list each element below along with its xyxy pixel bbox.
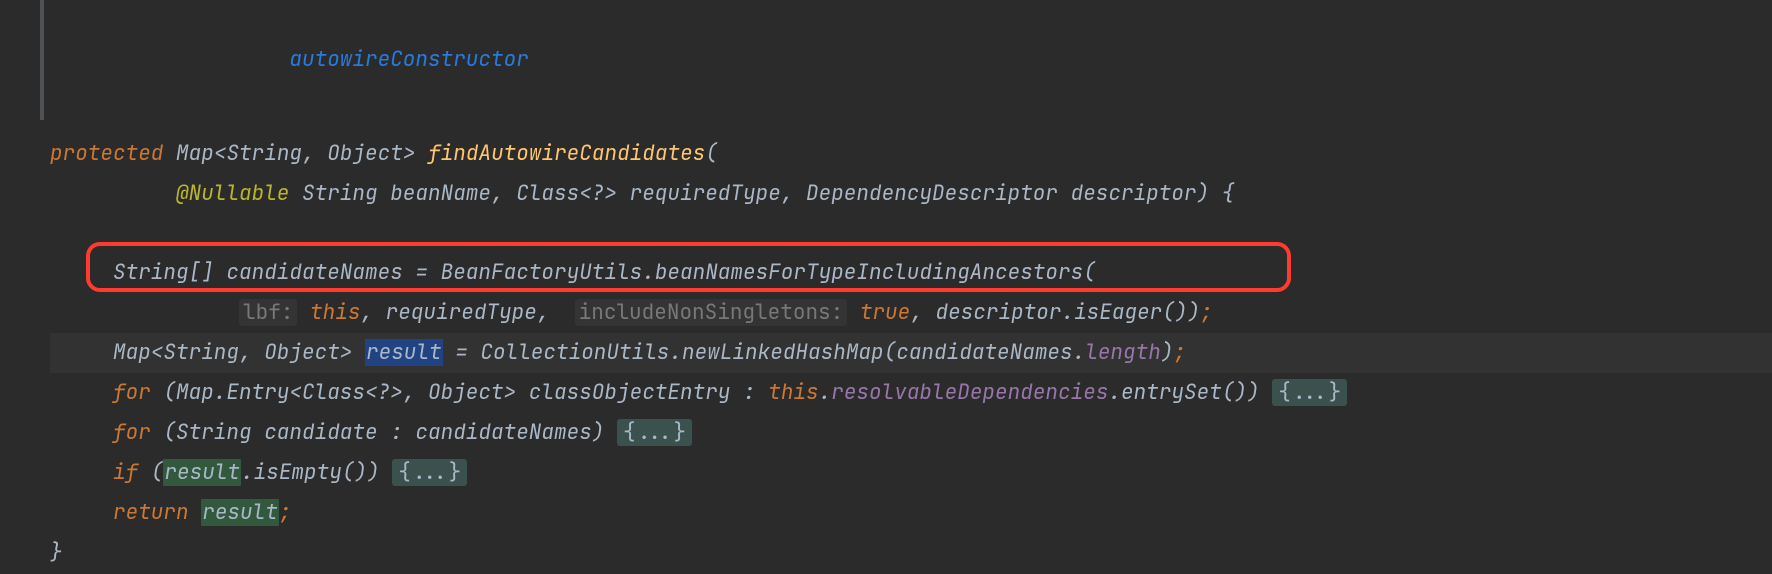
code-line-9: if (result.isEmpty()) {...} <box>50 453 1772 493</box>
usage-highlight-result: result <box>163 459 241 486</box>
code-line-2: @Nullable String beanName, Class<?> requ… <box>50 174 1772 214</box>
breadcrumb-autowire[interactable]: autowireConstructor <box>289 46 528 73</box>
inline-hint-lbf: lbf: <box>239 299 297 326</box>
code-line-11: } <box>50 533 1772 573</box>
code-line-10: return result; <box>50 493 1772 533</box>
code-line-7: for (Map.Entry<Class<?>, Object> classOb… <box>50 373 1772 413</box>
fold-region-2[interactable]: {...} <box>617 419 692 446</box>
code-editor[interactable]: autowireConstructor protected Map<String… <box>50 0 1772 572</box>
selected-identifier[interactable]: result <box>365 339 443 366</box>
code-line-8: for (String candidate : candidateNames) … <box>50 413 1772 453</box>
spacer <box>50 120 1772 134</box>
breadcrumb-line: autowireConstructor <box>50 0 1772 120</box>
fold-region-3[interactable]: {...} <box>392 459 467 486</box>
code-line-6-highlighted: Map<String, Object> result = CollectionU… <box>50 333 1772 373</box>
code-line-1: protected Map<String, Object> findAutowi… <box>50 134 1772 174</box>
fold-region-1[interactable]: {...} <box>1272 379 1347 406</box>
inline-hint-includeNonSingletons: includeNonSingletons: <box>575 299 848 326</box>
code-line-4: String[] candidateNames = BeanFactoryUti… <box>50 253 1772 293</box>
code-line-5: lbf: this, requiredType, includeNonSingl… <box>50 293 1772 333</box>
code-line-blank <box>50 213 1772 253</box>
usage-highlight-result-2: result <box>201 499 279 526</box>
